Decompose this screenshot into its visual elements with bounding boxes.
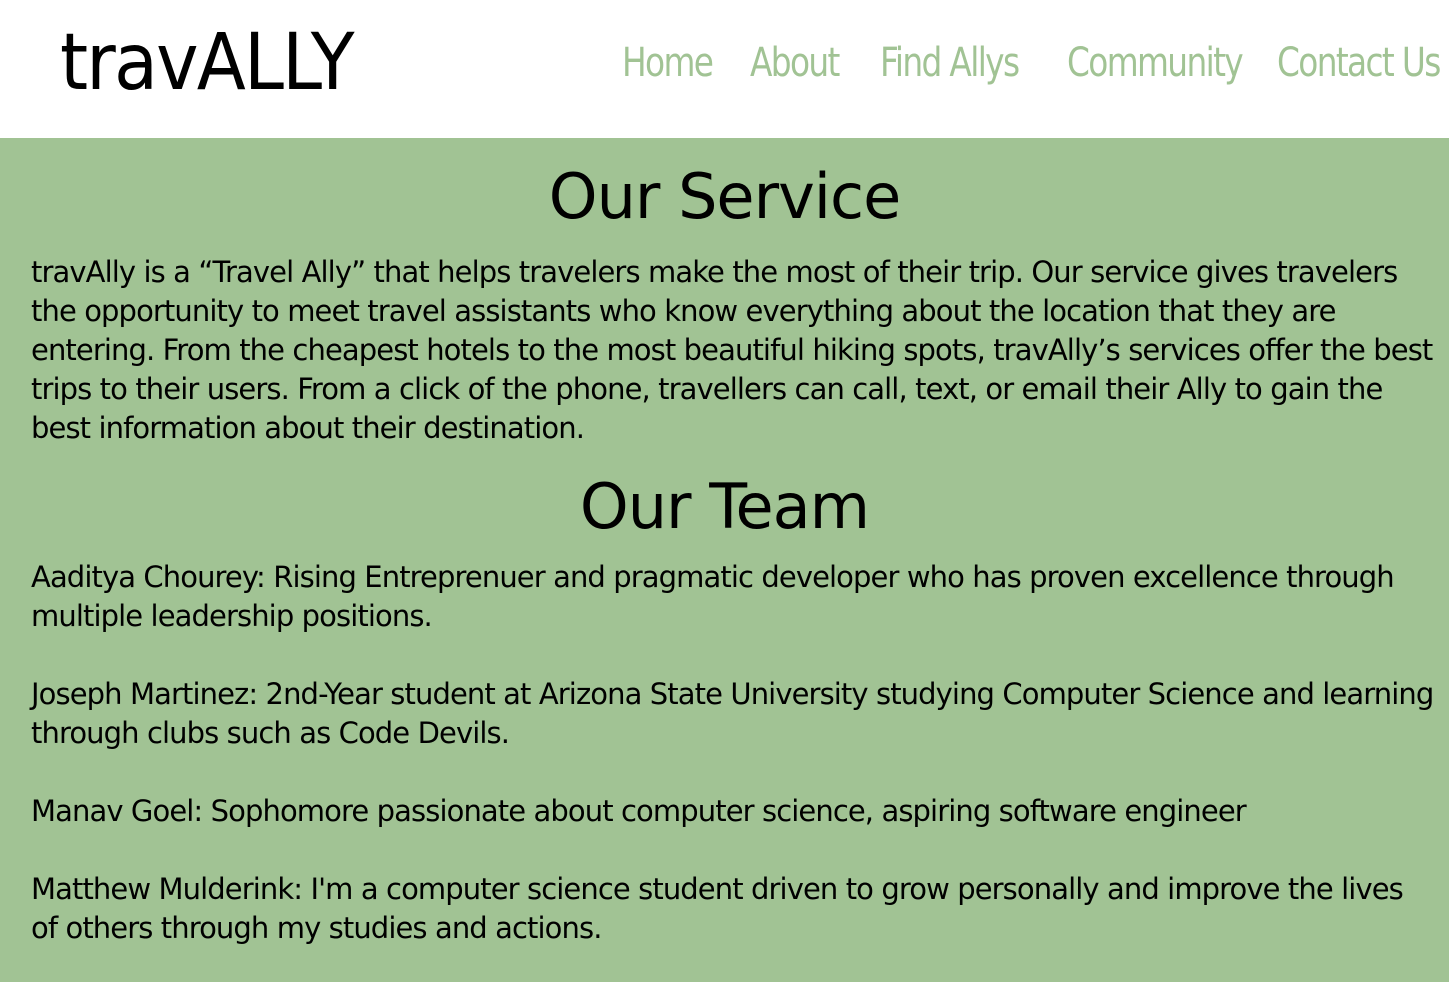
team-member-bio: Aaditya Chourey: Rising Entreprenuer and… — [31, 560, 1395, 633]
service-description: travAlly is a “Travel Ally” that helps t… — [31, 255, 1433, 445]
team-heading: Our Team — [579, 470, 870, 543]
team-member-bio: Manav Goel: Sophomore passionate about c… — [31, 794, 1247, 828]
main-content: Our Service travAlly is a “Travel Ally” … — [0, 138, 1449, 982]
site-header: travALLY Home About Find Allys Community… — [0, 0, 1449, 138]
nav-community-link[interactable]: Community — [1067, 30, 1244, 96]
nav-contact-us-link[interactable]: Contact Us — [1277, 30, 1441, 96]
service-heading: Our Service — [548, 160, 901, 233]
nav-find-allys-link[interactable]: Find Allys — [880, 30, 1020, 96]
team-member-bio: Joseph Martinez: 2nd-Year student at Ari… — [31, 677, 1434, 750]
nav-home-link[interactable]: Home — [622, 30, 714, 96]
team-member-bio: Matthew Mulderink: I'm a computer scienc… — [31, 872, 1404, 945]
main-nav: Home About Find Allys Community Contact … — [0, 30, 1449, 100]
nav-about-link[interactable]: About — [750, 30, 840, 96]
